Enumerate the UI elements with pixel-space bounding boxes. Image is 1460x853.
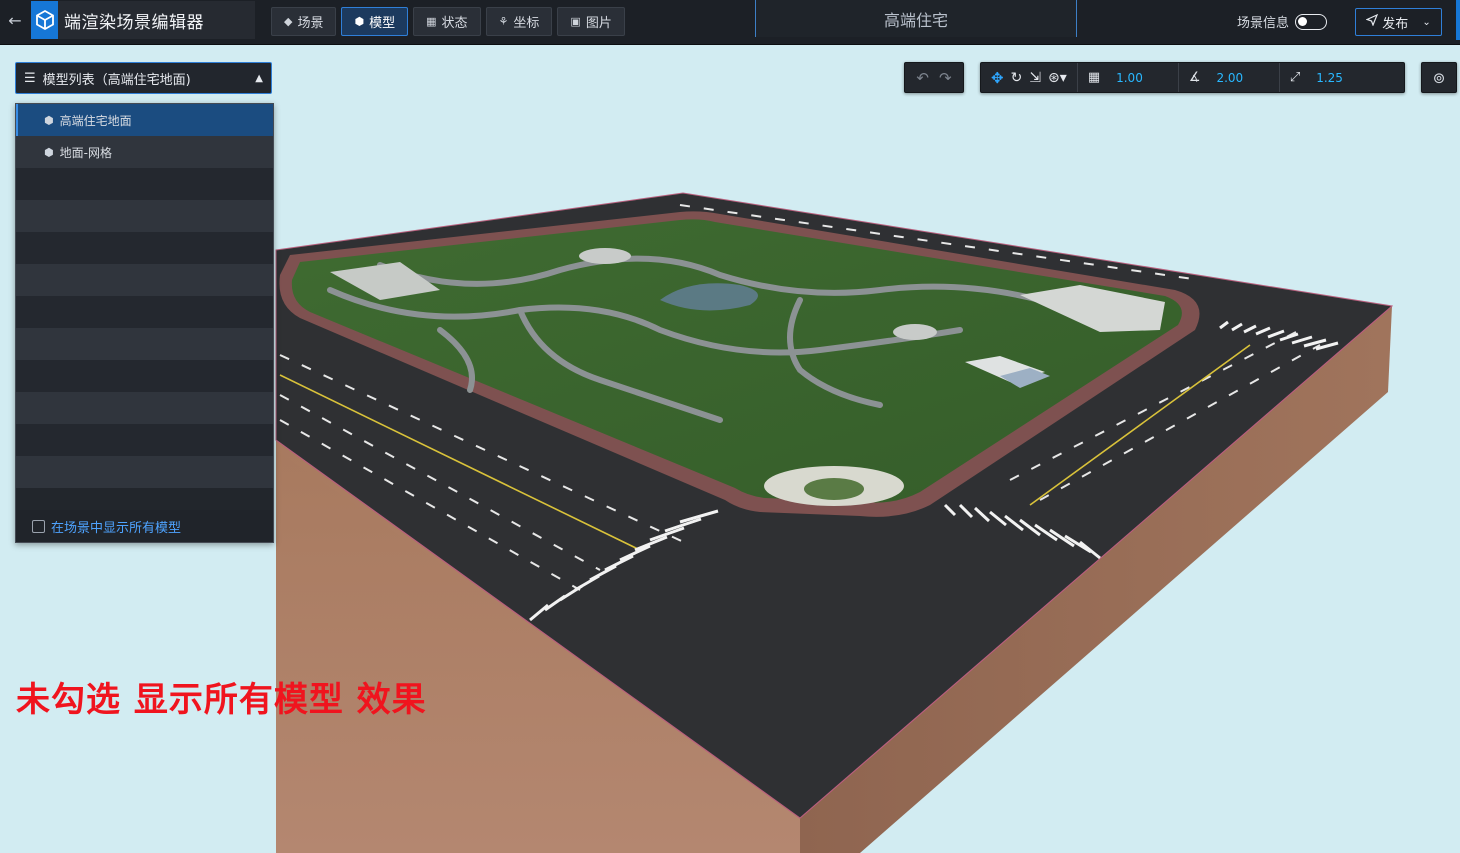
- rotate-icon[interactable]: ↻: [1011, 70, 1023, 86]
- scale-snap-group[interactable]: ⤢ 1.25: [1280, 63, 1380, 92]
- cube-icon: ⬢: [44, 113, 54, 127]
- tab-state[interactable]: ▦ 状态: [413, 7, 481, 36]
- model-item-residential-ground[interactable]: ⬢ 高端住宅地面: [16, 104, 273, 136]
- show-all-models-label[interactable]: 在场景中显示所有模型: [51, 517, 181, 536]
- empty-row: [16, 264, 273, 296]
- tab-coordinate-label: 坐标: [513, 16, 540, 31]
- tab-image[interactable]: ▣ 图片: [557, 7, 625, 36]
- coordinate-icon: ⚘: [498, 15, 509, 28]
- publish-button[interactable]: 发布 ⌄: [1355, 8, 1442, 36]
- empty-row: [16, 168, 273, 200]
- empty-row: [16, 328, 273, 360]
- empty-row: [16, 296, 273, 328]
- cube-icon: ⬢: [44, 145, 54, 159]
- menu-icon: ☰: [24, 70, 36, 86]
- scale-axis-icon[interactable]: ⇲: [1029, 70, 1041, 86]
- send-icon: [1365, 13, 1379, 30]
- empty-row: [16, 456, 273, 488]
- publish-label: 发布: [1382, 16, 1409, 32]
- top-bar: ← 端渲染场景编辑器 ◆ 场景 ⬢ 模型 ▦ 状态 ⚘ 坐标 ▣ 图片 高端住宅…: [0, 0, 1460, 45]
- scene-title: 高端住宅: [883, 10, 948, 30]
- tab-model[interactable]: ⬢ 模型: [341, 7, 409, 36]
- move-icon[interactable]: ✥: [991, 69, 1004, 87]
- chevron-down-icon: ⌄: [1422, 16, 1431, 28]
- scale-snap-value[interactable]: 1.25: [1316, 71, 1343, 85]
- nav-tabs: ◆ 场景 ⬢ 模型 ▦ 状态 ⚘ 坐标 ▣ 图片: [271, 7, 625, 36]
- tab-image-label: 图片: [585, 16, 612, 31]
- transform-tools: ✥ ↻ ⇲ ⊛▾: [981, 63, 1077, 92]
- grid-snap-value[interactable]: 1.00: [1116, 71, 1143, 85]
- image-icon: ▣: [570, 15, 581, 28]
- model-item-label: 地面-网格: [59, 145, 112, 160]
- tab-scene-label: 场景: [297, 16, 324, 31]
- scale-snap-icon: ⤢: [1289, 70, 1301, 85]
- scene-title-box: 高端住宅: [755, 0, 1077, 37]
- grid-snap-icon: ▦: [1087, 70, 1101, 85]
- app-title-box: 端渲染场景编辑器: [58, 1, 255, 39]
- empty-row: [16, 200, 273, 232]
- tab-model-label: 模型: [369, 16, 396, 31]
- app-logo-icon: [31, 1, 58, 39]
- show-all-models-checkbox[interactable]: [32, 519, 45, 533]
- scene-info-control: 场景信息: [1237, 12, 1328, 31]
- empty-row: [16, 392, 273, 424]
- transform-toolbar: ✥ ↻ ⇲ ⊛▾ ▦ 1.00 ∡ 2.00 ⤢ 1.25: [980, 62, 1405, 93]
- tab-coordinate[interactable]: ⚘ 坐标: [485, 7, 553, 36]
- tab-state-label: 状态: [441, 16, 468, 31]
- target-icon: ⊚: [1432, 68, 1446, 87]
- angle-snap-icon: ∡: [1188, 70, 1201, 85]
- undo-redo-toolbar: ↶ ↷: [904, 62, 964, 93]
- empty-row: [16, 360, 273, 392]
- layers-icon: ◆: [284, 15, 293, 28]
- scene-info-toggle[interactable]: [1295, 13, 1328, 30]
- view-mode-icon[interactable]: ⊛▾: [1048, 70, 1067, 86]
- annotation-caption: 未勾选 显示所有模型 效果: [16, 680, 427, 720]
- plaza-north: [579, 248, 631, 264]
- grid-icon: ▦: [426, 15, 437, 28]
- empty-row: [16, 424, 273, 456]
- grid-snap-group[interactable]: ▦ 1.00: [1078, 63, 1178, 92]
- app-title: 端渲染场景编辑器: [64, 12, 204, 33]
- model-item-ground-grid[interactable]: ⬢ 地面-网格: [16, 136, 273, 168]
- edge-accent-strip: [1456, 0, 1460, 40]
- tab-scene[interactable]: ◆ 场景: [271, 7, 337, 36]
- empty-row: [16, 232, 273, 264]
- plaza-south-inner: [804, 478, 864, 500]
- back-arrow-icon[interactable]: ←: [0, 0, 30, 40]
- scene-info-label: 场景信息: [1237, 16, 1290, 31]
- plaza-center: [893, 324, 937, 340]
- model-list: ⬢ 高端住宅地面 ⬢ 地面-网格: [16, 104, 273, 488]
- angle-snap-value[interactable]: 2.00: [1216, 71, 1243, 85]
- angle-snap-group[interactable]: ∡ 2.00: [1179, 63, 1279, 92]
- undo-icon[interactable]: ↶: [916, 69, 929, 87]
- focus-target-button[interactable]: ⊚: [1421, 62, 1457, 93]
- show-all-models-row[interactable]: 在场景中显示所有模型: [16, 510, 273, 542]
- redo-icon[interactable]: ↷: [939, 69, 952, 87]
- toggle-knob: [1298, 16, 1308, 26]
- model-list-panel: ⬢ 高端住宅地面 ⬢ 地面-网格 在场景中显示所有模型: [15, 103, 274, 543]
- model-list-title: 模型列表（高端住宅地面): [42, 72, 191, 88]
- model-item-label: 高端住宅地面: [59, 113, 132, 128]
- cube-icon: ⬢: [354, 15, 365, 28]
- model-list-header[interactable]: ☰ 模型列表（高端住宅地面) ▲: [15, 62, 272, 94]
- caret-up-icon: ▲: [255, 73, 263, 84]
